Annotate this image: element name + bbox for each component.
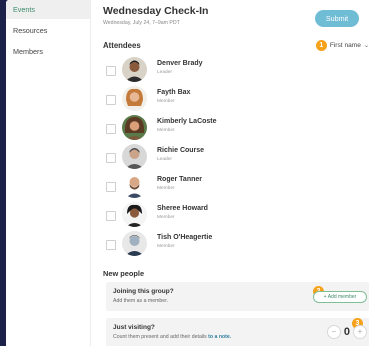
attendee-name: Kimberly LaCoste (157, 118, 217, 125)
attendee-name: Denver Brady (157, 60, 203, 67)
submit-button[interactable]: Submit (315, 10, 359, 27)
attendee-list: Denver Brady Leader Fayth Bax Member Kim… (103, 57, 369, 260)
visit-subtitle: Count them present and add their details… (113, 334, 231, 340)
attendee-role: Member (157, 186, 175, 191)
attendee-role: Member (157, 215, 175, 220)
decrement-button[interactable]: − (326, 325, 341, 339)
sidebar: Events Resources Members (6, 0, 91, 346)
attendee-role: Leader (157, 70, 172, 75)
attendee-name: Fayth Bax (157, 89, 191, 96)
attendee-row: Tish O'Heagertie Member (103, 231, 369, 260)
attendee-checkbox[interactable] (106, 66, 116, 76)
attendee-checkbox[interactable] (106, 240, 116, 250)
attendee-role: Leader (157, 157, 172, 162)
avatar (122, 202, 147, 227)
visitor-count: 0 (343, 326, 350, 338)
attendee-row: Fayth Bax Member (103, 86, 369, 115)
attendee-row: Denver Brady Leader (103, 57, 369, 86)
add-member-button[interactable]: + Add member (313, 291, 367, 303)
avatar (122, 231, 147, 256)
attendee-checkbox[interactable] (106, 95, 116, 105)
chevron-down-icon: ⌄ (363, 42, 369, 49)
visitor-count-stepper: − 0 + (326, 325, 367, 339)
attendee-checkbox[interactable] (106, 124, 116, 134)
attendee-row: Richie Course Leader (103, 144, 369, 173)
attendee-name: Tish O'Heagertie (157, 234, 213, 241)
attendee-row: Kimberly LaCoste Member (103, 115, 369, 144)
just-visiting-card: Just visiting? Count them present and ad… (106, 318, 369, 346)
attendee-role: Member (157, 244, 175, 249)
attendee-checkbox[interactable] (106, 182, 116, 192)
sidebar-item-events[interactable]: Events (6, 0, 90, 19)
add-note-link[interactable]: to a note. (208, 334, 231, 340)
app-frame: Events Resources Members Wednesday Check… (6, 0, 369, 346)
event-datetime: Wednesday, July 24, 7–9am PDT (103, 20, 180, 26)
step-badge-1: 1 (315, 39, 327, 51)
join-title: Joining this group? (113, 288, 174, 295)
sort-dropdown[interactable]: 1 First name ⌄ (315, 38, 369, 52)
avatar (122, 173, 147, 198)
attendee-name: Roger Tanner (157, 176, 202, 183)
avatar (122, 144, 147, 169)
avatar (122, 115, 147, 140)
attendee-checkbox[interactable] (106, 211, 116, 221)
avatar (122, 86, 147, 111)
main-content: Wednesday Check-In Wednesday, July 24, 7… (103, 0, 369, 346)
avatar (122, 57, 147, 82)
sort-label: First name (329, 41, 361, 49)
attendee-name: Richie Course (157, 147, 205, 154)
visit-subtitle-text: Count them present and add their details (113, 334, 209, 340)
increment-button[interactable]: + (353, 325, 367, 339)
attendee-checkbox[interactable] (106, 153, 116, 163)
join-group-card: Joining this group? Add them as a member… (106, 282, 369, 311)
attendees-heading: Attendees (103, 41, 141, 50)
page-title: Wednesday Check-In (103, 5, 209, 17)
visit-title: Just visiting? (113, 324, 155, 331)
join-subtitle: Add them as a member. (113, 298, 169, 304)
attendee-row: Sheree Howard Member (103, 202, 369, 231)
attendee-role: Member (157, 99, 175, 104)
attendee-role: Member (157, 128, 175, 133)
sidebar-item-resources[interactable]: Resources (6, 21, 90, 40)
attendee-row: Roger Tanner Member (103, 173, 369, 202)
new-people-heading: New people (103, 269, 145, 278)
attendee-name: Sheree Howard (157, 205, 208, 212)
sidebar-item-members[interactable]: Members (6, 42, 90, 61)
